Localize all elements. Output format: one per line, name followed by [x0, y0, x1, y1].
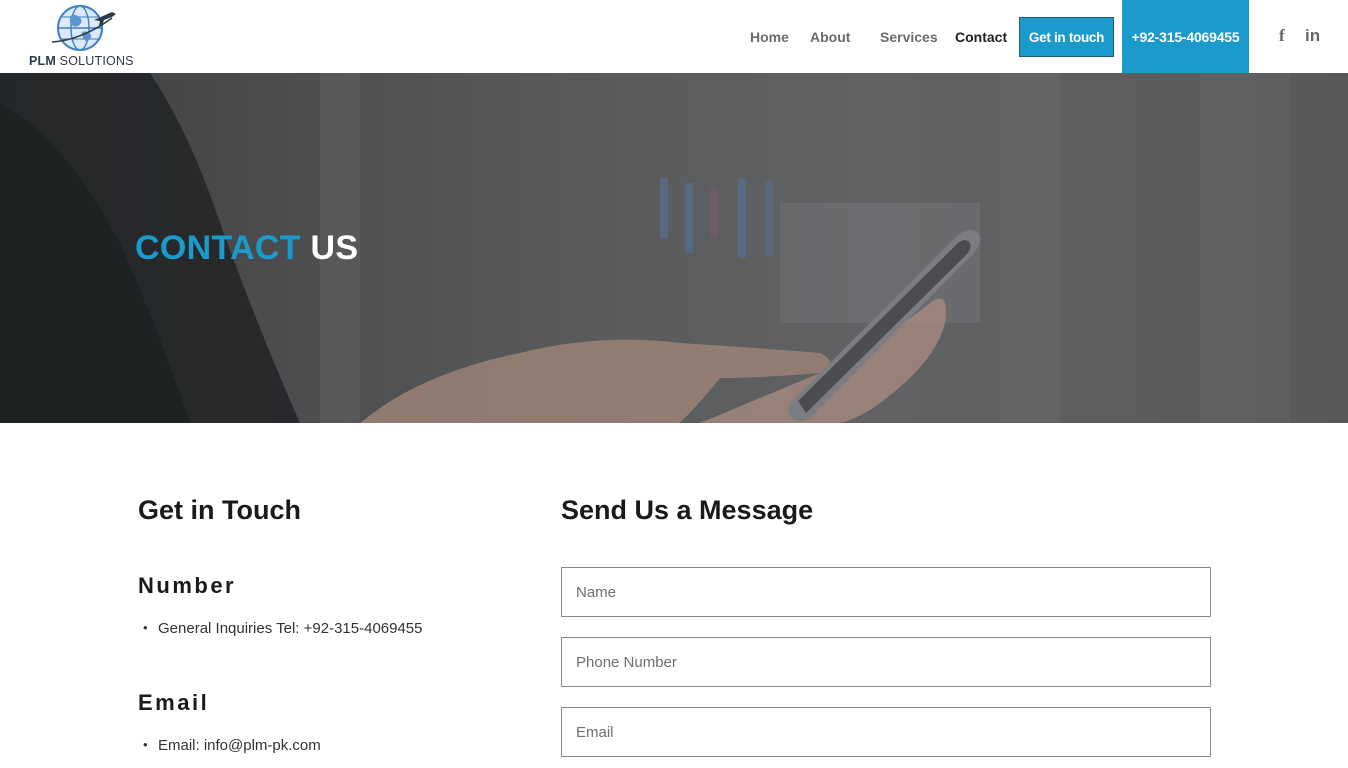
get-in-touch-button[interactable]: Get in touch	[1019, 17, 1114, 57]
nav-about[interactable]: About	[810, 29, 850, 45]
nav-home[interactable]: Home	[750, 29, 789, 45]
email-input[interactable]	[561, 707, 1211, 757]
get-in-touch-heading: Get in Touch	[138, 495, 301, 525]
phone-input[interactable]	[561, 637, 1211, 687]
site-header: PLM SOLUTIONS Home About Services Contac…	[0, 0, 1348, 73]
email-heading: Email	[138, 690, 210, 715]
facebook-icon[interactable]: f	[1279, 26, 1285, 46]
send-message-heading: Send Us a Message	[561, 495, 814, 525]
phone-list-item: General Inquiries Tel: +92-315-4069455	[143, 620, 422, 637]
page-title: CONTACT US	[135, 229, 359, 267]
linkedin-icon[interactable]: in	[1305, 26, 1320, 46]
nav-services[interactable]: Services	[880, 29, 938, 45]
logo[interactable]: PLM SOLUTIONS	[28, 2, 134, 70]
hero-banner: CONTACT US	[0, 73, 1348, 423]
name-input[interactable]	[561, 567, 1211, 617]
email-list-item: Email: info@plm-pk.com	[143, 737, 321, 754]
logo-text: PLM SOLUTIONS	[29, 54, 134, 68]
nav-contact[interactable]: Contact	[955, 29, 1007, 45]
phone-button[interactable]: +92-315-4069455	[1122, 0, 1249, 73]
number-heading: Number	[138, 573, 237, 598]
globe-plane-logo-icon	[51, 5, 116, 51]
